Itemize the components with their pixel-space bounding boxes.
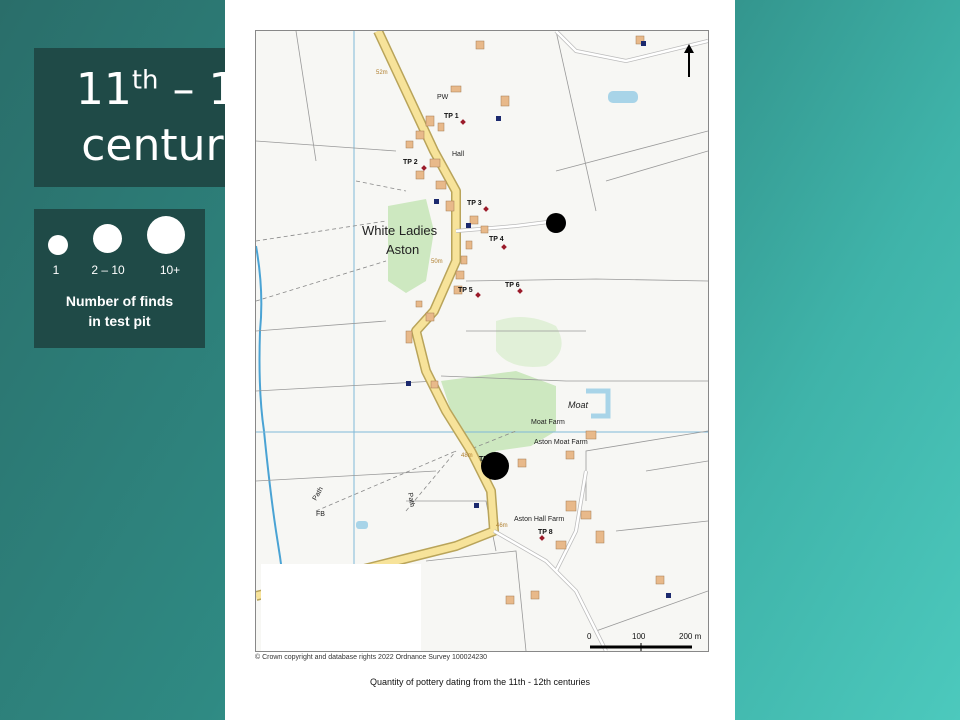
label-height-52: 52m bbox=[376, 70, 388, 76]
legend-dot-small bbox=[48, 235, 68, 255]
place-name-1: White Ladies bbox=[362, 223, 438, 238]
scale-label-200: 200 m bbox=[679, 632, 702, 641]
tp-label-2: TP 2 bbox=[403, 159, 418, 166]
pond-north bbox=[608, 91, 638, 103]
title-part: 11 bbox=[75, 63, 132, 115]
tp-label-1: TP 1 bbox=[444, 113, 459, 120]
legend-caption: Number of finds in test pit bbox=[34, 291, 205, 331]
scale-label-0: 0 bbox=[587, 632, 592, 641]
label-path-1: Path bbox=[312, 486, 325, 502]
finds-dot-large bbox=[481, 452, 509, 480]
label-moat-farm: Moat Farm bbox=[531, 419, 565, 426]
legend-label-3: 10+ bbox=[159, 263, 181, 277]
minor-roads-fill bbox=[455, 31, 708, 651]
label-aston-moat-farm: Aston Moat Farm bbox=[534, 439, 588, 446]
tp-label-8: TP 8 bbox=[538, 529, 553, 536]
label-hall: Hall bbox=[452, 151, 465, 158]
blank-overlay bbox=[261, 564, 421, 651]
place-name-2: Aston bbox=[386, 242, 419, 257]
map-frame: White Ladies Aston PW Hall Moat Moat Far… bbox=[255, 30, 709, 652]
label-height-50: 50m bbox=[431, 259, 443, 265]
label-height-46: 46m bbox=[496, 523, 508, 529]
legend-caption-line: in test pit bbox=[88, 313, 151, 329]
label-moat: Moat bbox=[568, 400, 589, 410]
title-sup: th bbox=[131, 64, 159, 95]
legend-dot-medium bbox=[93, 224, 122, 253]
moat-water bbox=[586, 388, 611, 419]
minor-roads bbox=[455, 31, 708, 651]
copyright-credit: © Crown copyright and database rights 20… bbox=[255, 654, 488, 661]
legend-caption-line: Number of finds bbox=[65, 293, 174, 309]
scale-label-100: 100 bbox=[632, 632, 646, 641]
map-panel: White Ladies Aston PW Hall Moat Moat Far… bbox=[225, 0, 735, 720]
tp-label-6: TP 6 bbox=[505, 282, 520, 289]
north-arrow-icon bbox=[684, 44, 694, 77]
legend-box: 1 2 – 10 10+ Number of finds in test pit bbox=[34, 209, 205, 348]
legend-label-2: 2 – 10 bbox=[91, 263, 125, 277]
tp-label-4: TP 4 bbox=[489, 236, 504, 243]
scale-bar: 0 100 200 m bbox=[587, 632, 702, 651]
label-pw: PW bbox=[437, 94, 449, 101]
field-boundaries bbox=[256, 31, 708, 651]
map-caption: Quantity of pottery dating from the 11th… bbox=[370, 677, 590, 687]
pond-south bbox=[356, 521, 368, 529]
finds-dot-medium bbox=[546, 213, 566, 233]
green-area-east bbox=[496, 317, 562, 367]
legend-label-1: 1 bbox=[52, 263, 60, 277]
tp-label-3: TP 3 bbox=[467, 200, 482, 207]
label-path-2: Path bbox=[406, 492, 415, 508]
ordnance-map: White Ladies Aston PW Hall Moat Moat Far… bbox=[256, 31, 708, 651]
label-height-48: 48m bbox=[461, 453, 473, 459]
tp-label-5: TP 5 bbox=[458, 287, 473, 294]
label-fb: FB bbox=[316, 511, 325, 518]
label-aston-hall-farm: Aston Hall Farm bbox=[514, 516, 564, 523]
legend-dot-large bbox=[147, 216, 185, 254]
